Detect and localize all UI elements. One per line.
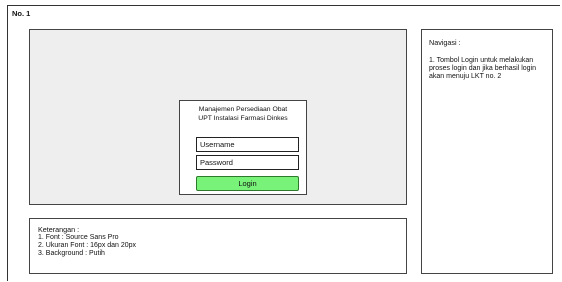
login-button[interactable]: Login xyxy=(196,176,299,191)
login-title: Manajemen Persediaan Obat UPT Instalasi … xyxy=(180,106,306,123)
note-item: 2. Ukuran Font : 16px dan 20px xyxy=(38,242,137,249)
notes-title: Keterangan : xyxy=(38,225,80,234)
app-title: Manajemen Persediaan Obat xyxy=(198,106,288,113)
screen-mockup: Manajemen Persediaan Obat UPT Instalasi … xyxy=(29,29,407,205)
navigation-panel: Navigasi : 1. Tombol Login untuk melakuk… xyxy=(421,29,553,274)
navigation-item: 1. Tombol Login untuk melakukan proses l… xyxy=(429,57,537,80)
navigation-title: Navigasi : xyxy=(429,38,461,47)
username-field[interactable]: Username xyxy=(196,137,299,152)
note-item: 1. Font : Source Sans Pro xyxy=(38,234,119,241)
notes-panel: Keterangan : 1. Font : Source Sans Pro 2… xyxy=(29,218,407,274)
password-field[interactable]: Password xyxy=(196,155,299,170)
note-item: 3. Background : Putih xyxy=(38,250,105,257)
frame-title: No. 1 xyxy=(12,9,31,18)
app-subtitle: UPT Instalasi Farmasi Dinkes xyxy=(198,114,288,122)
notes-list: 1. Font : Source Sans Pro 2. Ukuran Font… xyxy=(38,234,136,258)
